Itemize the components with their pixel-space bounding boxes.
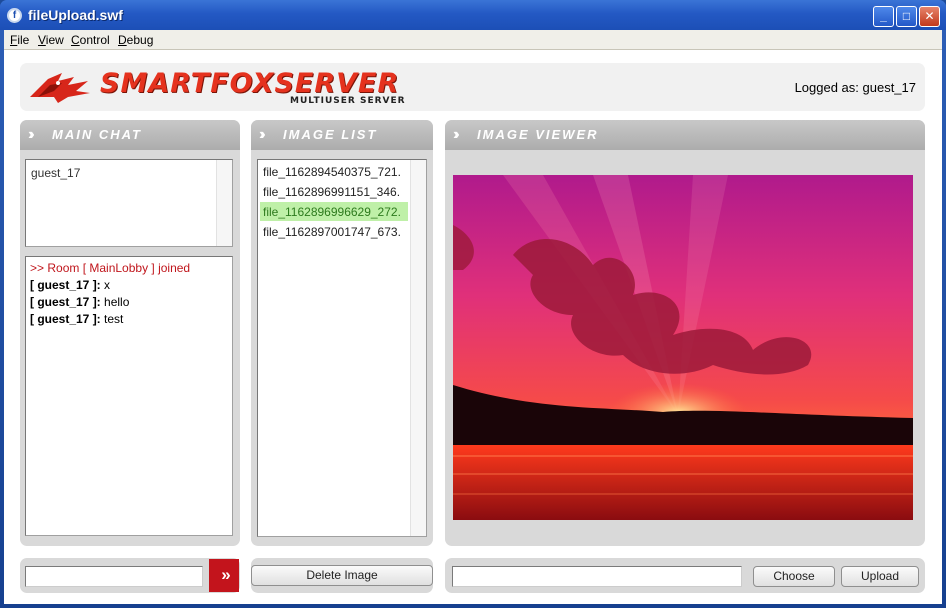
close-button[interactable]: ✕ <box>919 6 940 27</box>
chat-message-user: [ guest_17 ]: <box>30 278 101 292</box>
image-list-item[interactable]: file_1162896991151_346. <box>260 182 408 201</box>
logged-as-label: Logged as: guest_17 <box>794 80 916 95</box>
file-path-input[interactable] <box>452 566 742 587</box>
smartfoxserver-logo: SMARTFOXSERVER MULTIUSER SERVER <box>28 67 438 107</box>
menu-control[interactable]: Control <box>71 33 110 47</box>
logo-subtitle: MULTIUSER SERVER <box>290 96 406 106</box>
fox-logo-icon <box>30 73 90 103</box>
chevron-right-icon: ›› <box>453 126 459 143</box>
main-chat-header: ›› MAIN CHAT <box>20 120 240 150</box>
menu-debug[interactable]: Debug <box>118 33 153 47</box>
image-viewer-title: IMAGE VIEWER <box>477 127 599 142</box>
image-list-title: IMAGE LIST <box>283 127 378 142</box>
app-window: f fileUpload.swf _ □ ✕ File View Control… <box>0 0 946 608</box>
window-title: fileUpload.swf <box>28 7 123 23</box>
user-list-scrollbar[interactable] <box>216 160 232 246</box>
menu-file[interactable]: File <box>10 33 29 47</box>
chat-input[interactable] <box>25 566 203 587</box>
menu-bar: File View Control Debug <box>4 30 942 50</box>
chat-message-user: [ guest_17 ]: <box>30 312 101 326</box>
chat-system-message: >> Room [ MainLobby ] joined <box>30 261 191 275</box>
flash-icon: f <box>7 8 22 23</box>
image-list-footer: Delete Image <box>251 558 433 593</box>
image-list-item[interactable]: file_1162897001747_673. <box>260 222 408 241</box>
chat-message: [ guest_17 ]: hello <box>30 295 129 309</box>
menu-view[interactable]: View <box>38 33 64 47</box>
chat-message-text: x <box>100 278 111 292</box>
chevron-right-icon: ›› <box>259 126 265 143</box>
chat-message: [ guest_17 ]: x <box>30 278 110 292</box>
image-list-item-selected[interactable]: file_1162896996629_272. <box>260 202 408 221</box>
main-chat-panel: ›› MAIN CHAT guest_17 >> Room [ MainLobb… <box>20 120 240 546</box>
sunset-image <box>453 175 913 520</box>
logo-wordmark: SMARTFOXSERVER <box>100 68 400 99</box>
image-list-panel: ›› IMAGE LIST file_1162894540375_721. fi… <box>251 120 433 546</box>
image-list-scrollbar[interactable] <box>410 160 426 536</box>
user-list-item[interactable]: guest_17 <box>31 166 80 180</box>
title-bar[interactable]: f fileUpload.swf _ □ ✕ <box>0 0 946 30</box>
minimize-button[interactable]: _ <box>873 6 894 27</box>
image-viewer-panel: ›› IMAGE VIEWER <box>445 120 925 546</box>
image-list[interactable]: file_1162894540375_721. file_11628969911… <box>257 159 427 537</box>
maximize-button[interactable]: □ <box>896 6 917 27</box>
image-viewer-header: ›› IMAGE VIEWER <box>445 120 925 150</box>
chat-message-text: test <box>100 312 124 326</box>
user-list[interactable]: guest_17 <box>25 159 233 247</box>
image-list-item[interactable]: file_1162894540375_721. <box>260 162 408 181</box>
main-chat-title: MAIN CHAT <box>52 127 142 142</box>
chat-log: >> Room [ MainLobby ] joined [ guest_17 … <box>25 256 233 536</box>
upload-bar: Choose Upload <box>445 558 925 593</box>
upload-button[interactable]: Upload <box>841 566 919 587</box>
image-list-header: ›› IMAGE LIST <box>251 120 433 150</box>
chevron-right-icon: ›› <box>28 126 34 143</box>
flash-stage: SMARTFOXSERVER MULTIUSER SERVER Logged a… <box>4 51 942 604</box>
chat-message: [ guest_17 ]: test <box>30 312 123 326</box>
chat-message-user: [ guest_17 ]: <box>30 295 101 309</box>
header-bar: SMARTFOXSERVER MULTIUSER SERVER Logged a… <box>20 63 925 111</box>
chat-message-text: hello <box>100 295 130 309</box>
choose-button[interactable]: Choose <box>753 566 835 587</box>
client-area: File View Control Debug SMARTFOXSERVER M… <box>4 30 942 604</box>
send-message-button[interactable]: » <box>209 559 239 592</box>
chat-input-bar: » <box>20 558 240 593</box>
delete-image-button[interactable]: Delete Image <box>251 565 433 586</box>
